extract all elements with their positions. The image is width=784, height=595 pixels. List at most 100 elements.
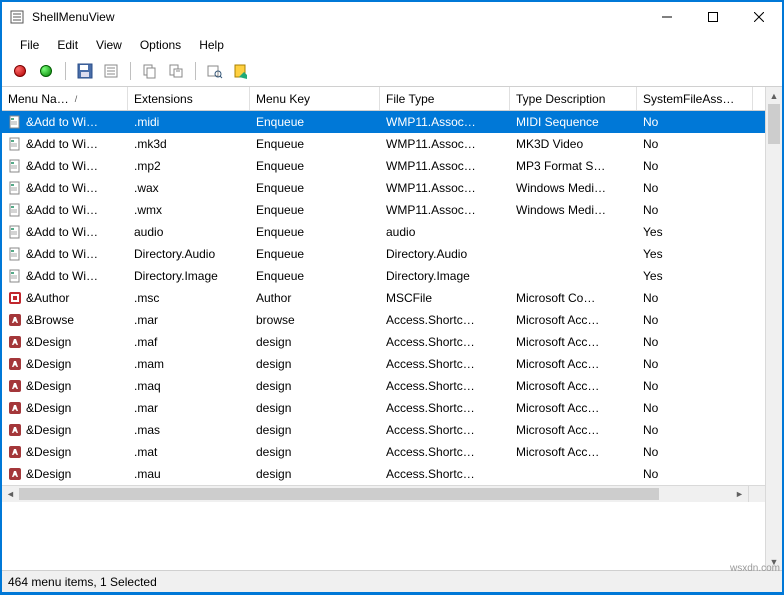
copy-button[interactable] bbox=[140, 61, 160, 81]
cell-menu-name: &Browse bbox=[26, 313, 74, 327]
table-row[interactable]: &Design.maudesignAccess.Shortc…No bbox=[2, 463, 765, 485]
cell-system-file-assoc: No bbox=[643, 291, 658, 305]
maximize-button[interactable] bbox=[690, 2, 736, 32]
close-button[interactable] bbox=[736, 2, 782, 32]
table-row[interactable]: &Browse.marbrowseAccess.Shortc…Microsoft… bbox=[2, 309, 765, 331]
column-header-3[interactable]: File Type bbox=[380, 87, 510, 110]
table-cell: .mam bbox=[128, 357, 250, 371]
column-header-5[interactable]: SystemFileAss… bbox=[637, 87, 753, 110]
scroll-up-button[interactable]: ▲ bbox=[766, 87, 782, 104]
column-header-1[interactable]: Extensions bbox=[128, 87, 250, 110]
table-cell: Access.Shortc… bbox=[380, 445, 510, 459]
scroll-h-track[interactable] bbox=[19, 486, 731, 502]
save-button[interactable] bbox=[75, 61, 95, 81]
table-row[interactable]: &Design.mamdesignAccess.Shortc…Microsoft… bbox=[2, 353, 765, 375]
horizontal-scrollbar[interactable]: ◄ ► bbox=[2, 485, 748, 502]
cell-menu-key: design bbox=[256, 401, 291, 415]
menu-view[interactable]: View bbox=[88, 36, 130, 54]
cell-menu-name: &Design bbox=[26, 467, 71, 481]
column-label: Menu Key bbox=[256, 92, 310, 106]
column-header-4[interactable]: Type Description bbox=[510, 87, 637, 110]
table-cell: &Design bbox=[2, 379, 128, 393]
table-row[interactable]: &Add to Wi….midiEnqueueWMP11.Assoc…MIDI … bbox=[2, 111, 765, 133]
table-cell: No bbox=[637, 357, 753, 371]
scroll-v-track[interactable] bbox=[766, 104, 782, 553]
cell-extensions: .midi bbox=[134, 115, 159, 129]
cell-type-description: Microsoft Acc… bbox=[516, 401, 599, 415]
table-row[interactable]: &Design.mardesignAccess.Shortc…Microsoft… bbox=[2, 397, 765, 419]
table-row[interactable]: &Design.mafdesignAccess.Shortc…Microsoft… bbox=[2, 331, 765, 353]
table-cell: Enqueue bbox=[250, 137, 380, 151]
row-type-icon bbox=[8, 445, 22, 459]
column-header-0[interactable]: Menu Na…/ bbox=[2, 87, 128, 110]
table-row[interactable]: &Add to Wi….mk3dEnqueueWMP11.Assoc…MK3D … bbox=[2, 133, 765, 155]
regedit-icon bbox=[168, 63, 184, 79]
open-regedit-button[interactable] bbox=[166, 61, 186, 81]
cell-file-type: WMP11.Assoc… bbox=[386, 203, 476, 217]
minimize-button[interactable] bbox=[644, 2, 690, 32]
table-row[interactable]: &Design.maqdesignAccess.Shortc…Microsoft… bbox=[2, 375, 765, 397]
cell-type-description: Microsoft Acc… bbox=[516, 379, 599, 393]
scroll-left-button[interactable]: ◄ bbox=[2, 486, 19, 502]
cell-system-file-assoc: No bbox=[643, 335, 658, 349]
cell-menu-name: &Add to Wi… bbox=[26, 269, 98, 283]
cell-system-file-assoc: No bbox=[643, 203, 658, 217]
table-cell: No bbox=[637, 335, 753, 349]
menu-options[interactable]: Options bbox=[132, 36, 189, 54]
table-row[interactable]: &Design.masdesignAccess.Shortc…Microsoft… bbox=[2, 419, 765, 441]
refresh-button[interactable] bbox=[231, 61, 251, 81]
properties-button[interactable] bbox=[101, 61, 121, 81]
cell-type-description: Microsoft Acc… bbox=[516, 335, 599, 349]
table-cell: design bbox=[250, 401, 380, 415]
menu-help[interactable]: Help bbox=[191, 36, 232, 54]
titlebar[interactable]: ShellMenuView bbox=[2, 2, 782, 32]
cell-system-file-assoc: No bbox=[643, 423, 658, 437]
table-cell: No bbox=[637, 423, 753, 437]
table-cell: Yes bbox=[637, 269, 753, 283]
table-cell: Microsoft Acc… bbox=[510, 357, 637, 371]
column-header-2[interactable]: Menu Key bbox=[250, 87, 380, 110]
cell-file-type: MSCFile bbox=[386, 291, 432, 305]
floppy-icon bbox=[77, 63, 93, 79]
find-button[interactable] bbox=[205, 61, 225, 81]
menu-file[interactable]: File bbox=[12, 36, 47, 54]
cell-menu-key: Enqueue bbox=[256, 159, 304, 173]
cell-system-file-assoc: No bbox=[643, 181, 658, 195]
table-row[interactable]: &Add to Wi….mp2EnqueueWMP11.Assoc…MP3 Fo… bbox=[2, 155, 765, 177]
scroll-v-thumb[interactable] bbox=[768, 104, 780, 144]
copy-icon bbox=[142, 63, 158, 79]
cell-system-file-assoc: No bbox=[643, 467, 658, 481]
table-row[interactable]: &Add to Wi…Directory.ImageEnqueueDirecto… bbox=[2, 265, 765, 287]
cell-menu-name: &Add to Wi… bbox=[26, 247, 98, 261]
table-row[interactable]: &Add to Wi….waxEnqueueWMP11.Assoc…Window… bbox=[2, 177, 765, 199]
cell-file-type: Access.Shortc… bbox=[386, 467, 475, 481]
table-cell: Enqueue bbox=[250, 181, 380, 195]
cell-file-type: WMP11.Assoc… bbox=[386, 181, 476, 195]
cell-extensions: .maq bbox=[134, 379, 161, 393]
table-cell: Author bbox=[250, 291, 380, 305]
menu-edit[interactable]: Edit bbox=[49, 36, 86, 54]
table-cell: WMP11.Assoc… bbox=[380, 203, 510, 217]
table-row[interactable]: &Add to Wi…Directory.AudioEnqueueDirecto… bbox=[2, 243, 765, 265]
table-cell: No bbox=[637, 291, 753, 305]
cell-file-type: Directory.Image bbox=[386, 269, 470, 283]
table-cell: WMP11.Assoc… bbox=[380, 181, 510, 195]
table-cell: &Add to Wi… bbox=[2, 181, 128, 195]
cell-file-type: Directory.Audio bbox=[386, 247, 467, 261]
table-row[interactable]: &Add to Wi….wmxEnqueueWMP11.Assoc…Window… bbox=[2, 199, 765, 221]
table-row[interactable]: &Design.matdesignAccess.Shortc…Microsoft… bbox=[2, 441, 765, 463]
cell-menu-key: design bbox=[256, 357, 291, 371]
scroll-right-button[interactable]: ► bbox=[731, 486, 748, 502]
table-row[interactable]: &Add to Wi…audioEnqueueaudioYes bbox=[2, 221, 765, 243]
table-row[interactable]: &Author.mscAuthorMSCFileMicrosoft Co…No bbox=[2, 287, 765, 309]
cell-menu-key: Enqueue bbox=[256, 225, 304, 239]
table-cell: design bbox=[250, 445, 380, 459]
cell-file-type: Access.Shortc… bbox=[386, 357, 475, 371]
cell-extensions: .maf bbox=[134, 335, 157, 349]
data-grid[interactable]: Menu Na…/Extensions Menu Key File TypeType… bbox=[2, 87, 765, 570]
enable-button[interactable] bbox=[36, 61, 56, 81]
scroll-h-thumb[interactable] bbox=[19, 488, 659, 500]
vertical-scrollbar[interactable]: ▲ ▼ bbox=[765, 87, 782, 570]
cell-menu-key: design bbox=[256, 379, 291, 393]
disable-button[interactable] bbox=[10, 61, 30, 81]
